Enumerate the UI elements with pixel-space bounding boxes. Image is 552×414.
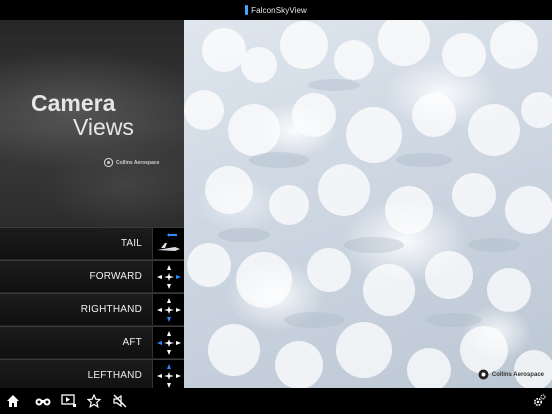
camera-view-label: AFT xyxy=(122,337,142,348)
camera-view-tail[interactable]: TAIL xyxy=(0,227,184,259)
binoculars-icon[interactable] xyxy=(34,392,52,410)
tail-camera-thumbnail xyxy=(152,228,184,259)
camera-view-list: TAIL FORWARD RIGHTHAND AFT LEFTHAND xyxy=(0,227,184,392)
home-icon[interactable] xyxy=(4,392,22,410)
camera-view-lefthand[interactable]: LEFTHAND xyxy=(0,359,184,391)
brand-title-views: Views xyxy=(73,114,134,140)
camera-feed-image: Collins Aerospace xyxy=(184,20,552,388)
forward-direction-icon xyxy=(152,261,184,292)
app-icon xyxy=(245,5,249,15)
watermark-text: Collins Aerospace xyxy=(491,371,544,378)
bottom-toolbar xyxy=(0,388,552,414)
camera-view-label: TAIL xyxy=(120,238,142,249)
collins-logo-icon xyxy=(478,369,489,380)
brand-title-camera: Camera xyxy=(31,90,116,116)
camera-view-aft[interactable]: AFT xyxy=(0,326,184,358)
video-icon[interactable] xyxy=(60,392,78,410)
sound-off-icon[interactable] xyxy=(111,392,129,410)
camera-view-label: FORWARD xyxy=(89,271,142,282)
app-title: FalconSkyView xyxy=(251,5,307,15)
camera-view-righthand[interactable]: RIGHTHAND xyxy=(0,293,184,325)
collins-logo-icon xyxy=(104,158,113,167)
lefthand-direction-icon xyxy=(152,360,184,391)
collins-logo: Collins Aerospace xyxy=(104,158,159,167)
camera-view-label: LEFTHAND xyxy=(87,370,142,381)
camera-view-forward[interactable]: FORWARD xyxy=(0,260,184,292)
collins-logo-text: Collins Aerospace xyxy=(116,159,160,166)
top-bar: FalconSkyView xyxy=(0,0,552,20)
settings-icon[interactable] xyxy=(530,392,548,410)
collins-watermark: Collins Aerospace xyxy=(478,369,544,380)
star-icon[interactable] xyxy=(85,392,103,410)
camera-view-label: RIGHTHAND xyxy=(80,304,142,315)
cloud-texture xyxy=(184,20,552,388)
righthand-direction-icon xyxy=(152,294,184,325)
aft-direction-icon xyxy=(152,327,184,358)
